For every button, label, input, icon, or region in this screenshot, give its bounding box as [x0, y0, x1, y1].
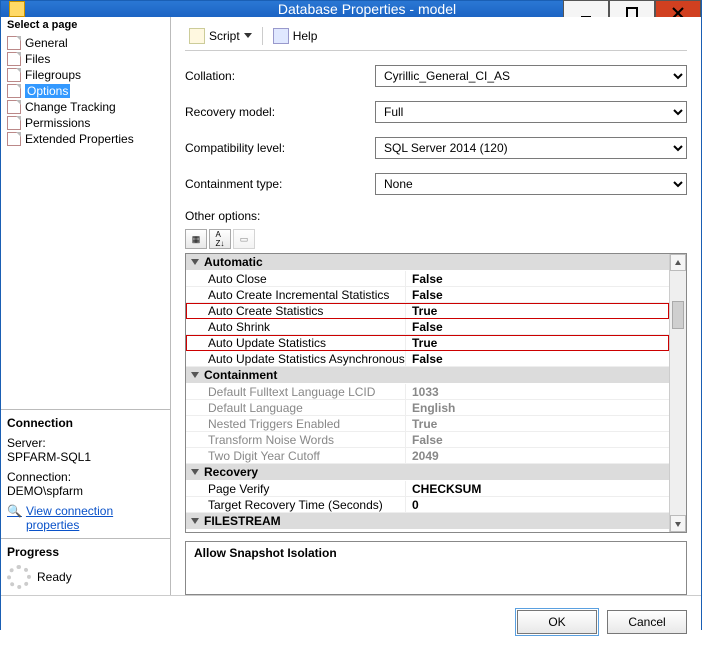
row-auto-create-statistics[interactable]: Auto Create StatisticsTrue	[186, 303, 669, 319]
page-icon	[7, 36, 21, 50]
property-pages-button[interactable]: ▭	[233, 229, 255, 249]
page-icon	[7, 100, 21, 114]
row-fulltext-lcid[interactable]: Default Fulltext Language LCID1033	[186, 384, 669, 400]
server-value: SPFARM-SQL1	[7, 450, 164, 464]
connection-header: Connection	[7, 416, 164, 430]
grid-scrollbar[interactable]	[669, 254, 686, 532]
collation-label: Collation:	[185, 69, 375, 83]
row-auto-create-incremental-statistics[interactable]: Auto Create Incremental StatisticsFalse	[186, 287, 669, 303]
cancel-button[interactable]: Cancel	[607, 610, 687, 634]
page-icon	[7, 116, 21, 130]
row-target-recovery-time[interactable]: Target Recovery Time (Seconds)0	[186, 497, 669, 513]
view-connection-link[interactable]: 🔍 View connection properties	[7, 504, 164, 532]
categorized-button[interactable]: ▦	[185, 229, 207, 249]
script-icon	[189, 28, 205, 44]
help-button[interactable]: Help	[269, 26, 322, 46]
recovery-model-label: Recovery model:	[185, 105, 375, 119]
chevron-down-icon[interactable]	[244, 33, 252, 38]
row-transform-noise-words[interactable]: Transform Noise WordsFalse	[186, 432, 669, 448]
page-options[interactable]: Options	[5, 83, 166, 99]
category-recovery[interactable]: Recovery	[186, 464, 669, 481]
connection-panel: Connection Server: SPFARM-SQL1 Connectio…	[1, 409, 170, 538]
row-auto-update-statistics[interactable]: Auto Update StatisticsTrue	[186, 335, 669, 351]
other-options-label: Other options:	[185, 209, 687, 223]
compatibility-label: Compatibility level:	[185, 141, 375, 155]
page-icon	[7, 84, 21, 98]
grid-toolbar: ▦ AZ↓ ▭	[185, 229, 687, 249]
page-filegroups[interactable]: Filegroups	[5, 67, 166, 83]
compatibility-select[interactable]: SQL Server 2014 (120)	[375, 137, 687, 159]
row-nested-triggers[interactable]: Nested Triggers EnabledTrue	[186, 416, 669, 432]
page-change-tracking[interactable]: Change Tracking	[5, 99, 166, 115]
containment-label: Containment type:	[185, 177, 375, 191]
row-auto-shrink[interactable]: Auto ShrinkFalse	[186, 319, 669, 335]
spinner-icon	[7, 565, 31, 589]
scroll-thumb[interactable]	[672, 301, 684, 329]
category-automatic[interactable]: Automatic	[186, 254, 669, 271]
scroll-down-button[interactable]	[670, 515, 686, 532]
row-page-verify[interactable]: Page VerifyCHECKSUM	[186, 481, 669, 497]
help-icon	[273, 28, 289, 44]
recovery-model-select[interactable]: Full	[375, 101, 687, 123]
page-general[interactable]: General	[5, 35, 166, 51]
page-permissions[interactable]: Permissions	[5, 115, 166, 131]
toolbar: Script Help	[185, 25, 687, 51]
progress-header: Progress	[7, 545, 59, 559]
category-containment[interactable]: Containment	[186, 367, 669, 384]
scroll-up-button[interactable]	[670, 254, 686, 271]
property-grid: Automatic Auto CloseFalse Auto Create In…	[185, 253, 687, 533]
row-default-language[interactable]: Default LanguageEnglish	[186, 400, 669, 416]
alphabetical-button[interactable]: AZ↓	[209, 229, 231, 249]
row-auto-close[interactable]: Auto CloseFalse	[186, 271, 669, 287]
left-nav-pane: Select a page General Files Filegroups O…	[1, 17, 171, 595]
content-pane: Script Help Collation:Cyrillic_General_C…	[171, 17, 701, 595]
page-files[interactable]: Files	[5, 51, 166, 67]
server-label: Server:	[7, 436, 164, 450]
ok-button[interactable]: OK	[517, 610, 597, 634]
page-extended-properties[interactable]: Extended Properties	[5, 131, 166, 147]
page-icon	[7, 132, 21, 146]
page-tree: General Files Filegroups Options Change …	[1, 33, 170, 151]
script-button[interactable]: Script	[185, 26, 256, 46]
dialog-button-bar: OK Cancel	[1, 595, 701, 648]
progress-panel: Progress Ready	[1, 538, 170, 595]
row-auto-update-statistics-async[interactable]: Auto Update Statistics AsynchronouslyFal…	[186, 351, 669, 367]
collation-select[interactable]: Cyrillic_General_CI_AS	[375, 65, 687, 87]
row-two-digit-year[interactable]: Two Digit Year Cutoff2049	[186, 448, 669, 464]
connection-value: DEMO\spfarm	[7, 484, 164, 498]
connection-label: Connection:	[7, 470, 164, 484]
progress-status: Ready	[37, 570, 72, 584]
page-icon	[7, 52, 21, 66]
category-filestream[interactable]: FILESTREAM	[186, 513, 669, 530]
link-icon: 🔍	[7, 504, 22, 518]
select-page-header: Select a page	[1, 17, 170, 33]
containment-select[interactable]: None	[375, 173, 687, 195]
app-icon	[9, 1, 25, 17]
dialog-window: Database Properties - model Select a pag…	[0, 0, 702, 630]
titlebar[interactable]: Database Properties - model	[1, 1, 701, 17]
page-icon	[7, 68, 21, 82]
property-help-panel: Allow Snapshot Isolation	[185, 541, 687, 595]
